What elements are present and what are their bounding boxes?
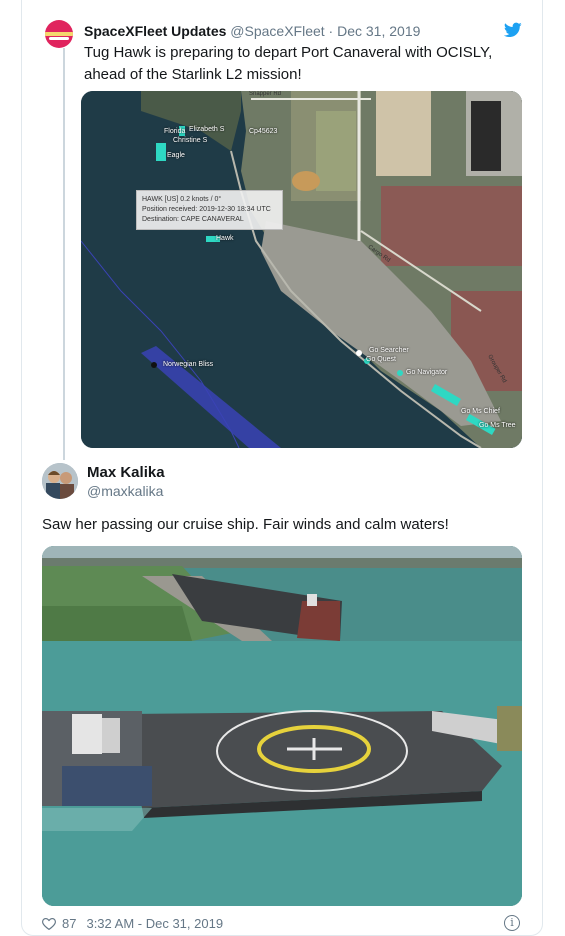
map-label-christine-s: Christine S (173, 137, 208, 144)
map-label-go-navigator: Go Navigator (406, 369, 448, 376)
map-label-cp: Cp45623 (249, 128, 278, 135)
popup-line-3: Destination: CAPE CANAVERAL (142, 216, 244, 223)
barge-photo-graphic (42, 546, 522, 906)
map-label-go-ms-tree: Go Ms Tree (479, 422, 516, 429)
quoted-display-name[interactable]: SpaceXFleet Updates (84, 23, 226, 39)
quoted-date[interactable]: Dec 31, 2019 (337, 23, 420, 39)
tweet-photo[interactable] (42, 546, 522, 906)
tweet-footer: 87 3:32 AM - Dec 31, 2019 (42, 916, 223, 931)
quoted-handle[interactable]: @SpaceXFleet (230, 23, 324, 39)
quoted-tweet-text: Tug Hawk is preparing to depart Port Can… (84, 44, 493, 83)
heart-icon[interactable] (42, 917, 56, 930)
street-label-snapper: Snapper Rd (249, 91, 282, 97)
vessel-info-popup: HAWK [US] 0.2 knots / 0° Position receiv… (136, 190, 283, 230)
map-label-go-searcher: Go Searcher (369, 347, 409, 354)
tweet-text: Saw her passing our cruise ship. Fair wi… (42, 516, 449, 533)
tweet-timestamp[interactable]: 3:32 AM - Dec 31, 2019 (86, 916, 223, 931)
author-handle[interactable]: @maxkalika (87, 483, 163, 499)
twitter-bird-icon[interactable] (504, 22, 522, 38)
map-label-hawk: Hawk (216, 235, 234, 242)
header-separator: · (328, 23, 334, 39)
map-label-norwegian-bliss: Norwegian Bliss (163, 361, 214, 368)
quoted-tweet-header: SpaceXFleet Updates @SpaceXFleet · Dec 3… (84, 22, 420, 40)
map-label-go-quest: Go Quest (366, 356, 396, 363)
map-label-eagle: Eagle (167, 152, 185, 159)
map-label-go-ms-chief: Go Ms Chief (461, 408, 500, 415)
thread-line (63, 48, 65, 460)
popup-line-2: Position received: 2019-12-30 18:34 UTC (142, 206, 271, 213)
popup-line-1: HAWK [US] 0.2 knots / 0° (142, 196, 222, 203)
info-icon[interactable]: i (504, 915, 520, 931)
map-label-elizabeth-s: Elizabeth S (189, 126, 225, 133)
max-kalika-avatar[interactable] (42, 463, 78, 499)
author-display-name[interactable]: Max Kalika (87, 464, 165, 481)
map-label-florida: Florida (164, 128, 186, 135)
spacexfleet-avatar[interactable] (45, 20, 73, 48)
like-count[interactable]: 87 (62, 916, 76, 931)
map-graphic (81, 91, 522, 448)
vessel-tracking-map[interactable]: Florida Elizabeth S Christine S Eagle Cp… (81, 91, 522, 448)
